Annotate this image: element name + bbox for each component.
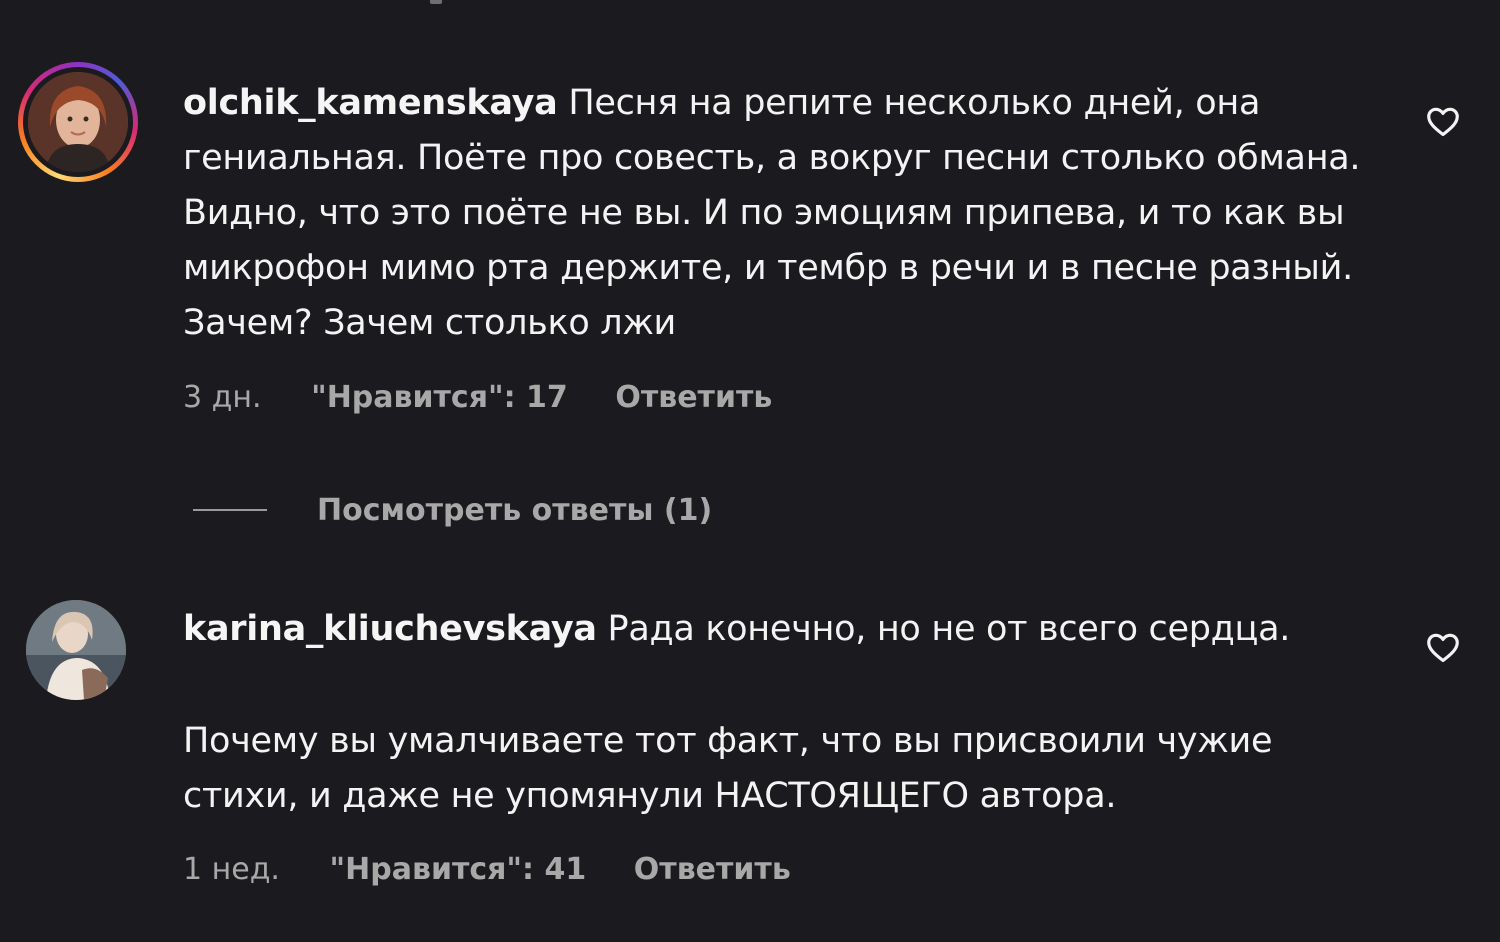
comment-meta: 1 нед. "Нравится": 41 Ответить bbox=[183, 852, 791, 887]
avatar bbox=[28, 72, 128, 172]
comment-text: Рада конечно, но не от всего сердца. bbox=[607, 609, 1291, 649]
cropped-fragment bbox=[430, 0, 442, 4]
comment-time: 1 нед. bbox=[183, 852, 280, 887]
comment-meta: 3 дн. "Нравится": 17 Ответить bbox=[183, 380, 772, 415]
view-replies-label: Посмотреть ответы (1) bbox=[317, 492, 713, 528]
comment-likes[interactable]: "Нравится": 41 bbox=[330, 852, 587, 887]
replies-divider bbox=[193, 509, 267, 511]
comment-likes[interactable]: "Нравится": 17 bbox=[311, 380, 568, 415]
comment-body: karina_kliuchevskaya Рада конечно, но не… bbox=[183, 602, 1393, 657]
comment-body: olchik_kamenskaya Песня на репите нескол… bbox=[183, 76, 1393, 351]
avatar[interactable] bbox=[26, 600, 126, 700]
reply-button[interactable]: Ответить bbox=[634, 852, 791, 887]
comments-page: olchik_kamenskaya Песня на репите нескол… bbox=[0, 0, 1500, 942]
avatar-story-ring[interactable] bbox=[18, 62, 138, 182]
comment-username[interactable]: karina_kliuchevskaya bbox=[183, 609, 597, 649]
comment-username[interactable]: olchik_kamenskaya bbox=[183, 83, 558, 123]
view-replies-button[interactable]: Посмотреть ответы (1) bbox=[193, 488, 712, 532]
heart-icon[interactable] bbox=[1424, 102, 1462, 140]
reply-button[interactable]: Ответить bbox=[615, 380, 772, 415]
comment-time: 3 дн. bbox=[183, 380, 262, 415]
heart-icon[interactable] bbox=[1424, 628, 1462, 666]
comment-text-paragraph: Почему вы умалчиваете тот факт, что вы п… bbox=[183, 721, 1273, 816]
